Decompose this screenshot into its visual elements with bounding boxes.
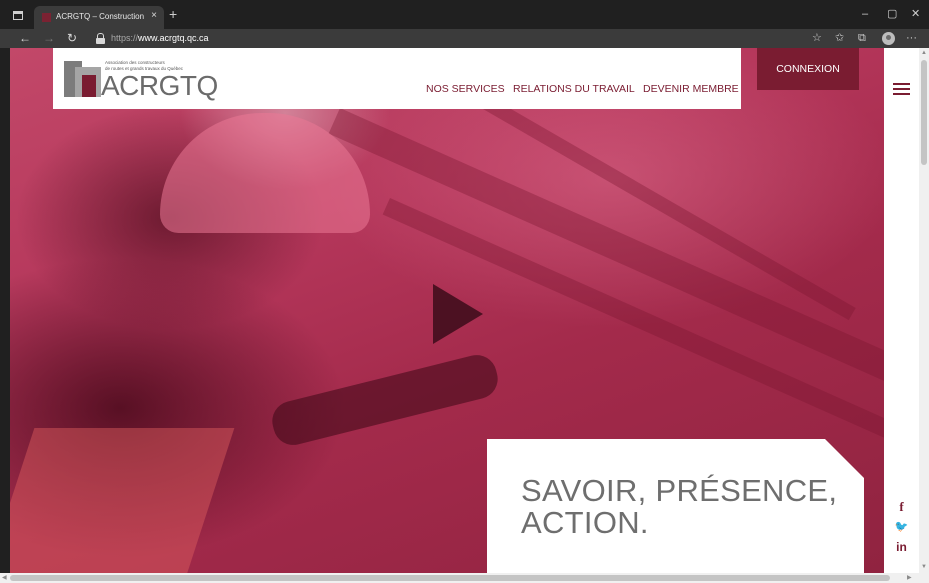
url-host: www.acrgtq.qc.ca	[138, 33, 209, 43]
title-bar: ACRGTQ – Construction, génie c × + – ▢ ✕	[0, 0, 929, 29]
more-menu-icon[interactable]: ···	[906, 31, 917, 45]
lock-icon[interactable]	[96, 33, 105, 44]
collections-icon[interactable]: ⧉	[858, 31, 866, 45]
url-field[interactable]: https://www.acrgtq.qc.ca	[111, 33, 209, 44]
slogan-line-2: ACTION.	[521, 505, 649, 540]
twitter-icon[interactable]: 🐦	[884, 521, 919, 533]
play-icon[interactable]	[433, 284, 483, 344]
facebook-icon[interactable]: f	[884, 500, 919, 514]
tab-title: ACRGTQ – Construction, génie c	[56, 12, 144, 21]
hamburger-icon[interactable]	[893, 83, 910, 96]
hero-beam	[328, 108, 884, 386]
scroll-right-icon[interactable]: ▶	[907, 575, 912, 581]
tab-close-icon[interactable]: ×	[151, 10, 157, 21]
linkedin-icon[interactable]: in	[884, 540, 919, 554]
refresh-button[interactable]: ↻	[67, 30, 77, 46]
forward-button[interactable]: →	[43, 30, 55, 46]
back-button[interactable]: ←	[19, 30, 31, 46]
scroll-left-icon[interactable]: ◀	[2, 575, 7, 581]
slogan-card: SAVOIR, PRÉSENCE, ACTION.	[487, 439, 864, 573]
favicon-icon	[42, 13, 51, 22]
new-tab-button[interactable]: +	[169, 7, 177, 21]
nav-link-membre[interactable]: DEVENIR MEMBRE	[643, 83, 739, 95]
site-header: Association des constructeurs de routes …	[53, 48, 741, 109]
scroll-up-icon[interactable]: ▲	[921, 50, 927, 56]
address-bar: ← → ↻ https://www.acrgtq.qc.ca ☆ ✩ ⧉ ···	[0, 29, 929, 48]
right-sidebar: f 🐦 in	[884, 48, 919, 573]
horizontal-scrollbar[interactable]: ◀ ▶	[0, 573, 929, 583]
favorites-icon[interactable]: ✩	[835, 31, 844, 45]
minimize-button[interactable]: –	[862, 9, 868, 20]
horizontal-scroll-thumb[interactable]	[10, 575, 890, 581]
window-icon[interactable]	[13, 11, 23, 20]
maximize-button[interactable]: ▢	[887, 9, 897, 20]
browser-window: ACRGTQ – Construction, génie c × + – ▢ ✕…	[0, 0, 929, 583]
logo-mark[interactable]	[64, 61, 101, 97]
url-protocol: https://	[111, 33, 139, 43]
hero-vest-shape	[10, 428, 235, 573]
profile-avatar[interactable]	[882, 32, 895, 45]
close-window-button[interactable]: ✕	[911, 9, 920, 20]
hero-arm-shape	[268, 350, 502, 450]
logo-wordmark[interactable]: ACRGTQ	[101, 72, 218, 100]
slogan-line-1: SAVOIR, PRÉSENCE,	[521, 473, 838, 508]
favorite-star-icon[interactable]: ☆	[812, 31, 822, 45]
page-viewport: Association des constructeurs de routes …	[0, 48, 929, 583]
connexion-button[interactable]: CONNEXION	[757, 48, 859, 90]
vertical-scroll-thumb[interactable]	[921, 60, 927, 165]
vertical-scrollbar[interactable]: ▲ ▼	[919, 48, 929, 573]
scroll-down-icon[interactable]: ▼	[921, 564, 927, 570]
nav-link-relations[interactable]: RELATIONS DU TRAVAIL	[513, 83, 635, 95]
browser-tab[interactable]: ACRGTQ – Construction, génie c ×	[34, 6, 164, 29]
nav-link-services[interactable]: NOS SERVICES	[426, 83, 505, 95]
